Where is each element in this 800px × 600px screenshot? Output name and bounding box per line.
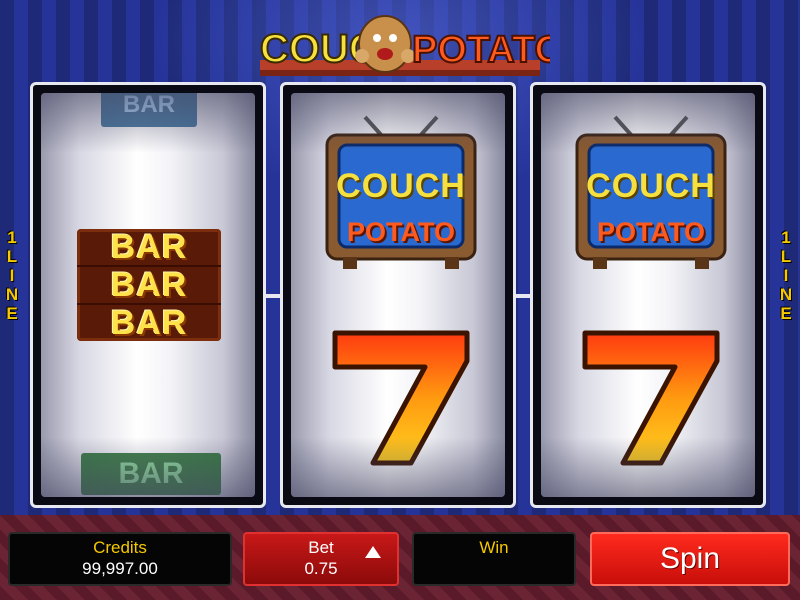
payline-char: I [9,266,15,285]
payline-char: 1 [7,228,17,247]
seven-icon [582,330,720,466]
symbol-single-bar-green: BAR [81,453,221,495]
symbol-seven [571,323,731,473]
reel-3: COUCH POTATO [530,82,766,508]
spin-button[interactable]: Spin [590,532,790,586]
credits-label: Credits [93,538,147,557]
win-panel: Win [412,532,576,586]
logo-text-potato: POTATO [412,29,550,71]
reel-2: COUCH POTATO [280,82,516,508]
reel-1: BAR BAR BAR BAR BAR [30,82,266,508]
bet-increase-icon[interactable] [365,546,381,558]
symbol-seven [321,323,481,473]
payline-label-right: 1 L I N E [776,228,796,323]
bet-value: 0.75 [304,559,338,578]
payline-char: N [779,285,793,304]
tv-text-line1: COUCH [586,167,716,205]
bar-row: BAR [77,228,221,267]
symbol-single-bar-blue: BAR [101,93,197,127]
tv-text-line2: POTATO [597,217,705,247]
payline-char: 1 [781,228,791,247]
bar-row: BAR [77,266,221,305]
payline-char: L [780,247,792,266]
symbol-triple-bar: BAR BAR BAR [77,228,221,342]
credits-panel: Credits 99,997.00 [8,532,232,586]
credits-value: 99,997.00 [82,559,158,578]
payline-char: E [6,304,18,323]
payline-char: L [6,247,18,266]
tv-text-line1: COUCH [336,167,466,205]
seven-icon [332,330,470,466]
payline-char: N [5,285,19,304]
reel-strip: BAR BAR BAR BAR BAR [41,93,255,497]
reel-strip: COUCH POTATO [541,93,755,497]
game-logo: COUCH POTATO [250,8,550,80]
symbol-couch-potato-tv: COUCH POTATO [571,113,731,273]
payline-char: I [783,266,789,285]
tv-text-line2: POTATO [347,217,455,247]
reel-strip: COUCH POTATO [291,93,505,497]
bet-panel[interactable]: Bet 0.75 [243,532,399,586]
payline-label-left: 1 L I N E [2,228,22,323]
payline-char: E [780,304,792,323]
bar-row: BAR [110,303,188,342]
win-label: Win [479,538,509,557]
symbol-couch-potato-tv: COUCH POTATO [321,113,481,273]
